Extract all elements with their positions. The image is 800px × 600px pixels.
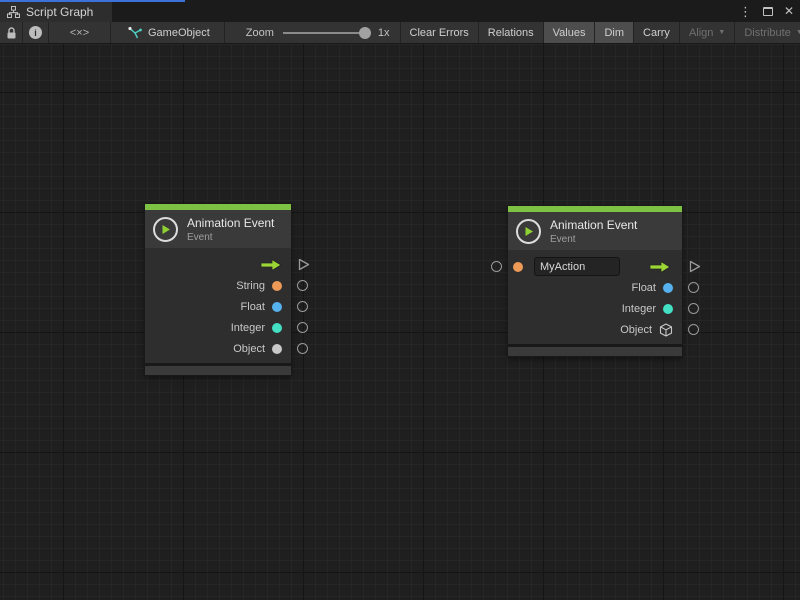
string-type-dot [272,281,282,291]
node-body: String Float Integer Object [145,248,291,363]
object-output-port[interactable] [688,324,699,335]
zoom-value: 1x [378,27,390,39]
lock-icon [6,27,17,39]
output-row-object: Object [145,338,291,359]
port-label: Integer [622,303,656,315]
align-label: Align [689,27,713,39]
distribute-dropdown-button[interactable]: Distribute ▼ [735,22,800,43]
relations-label: Relations [488,27,534,39]
output-row-string: String [145,275,291,296]
carry-button[interactable]: Carry [634,22,680,43]
output-row-float: Float [508,277,682,298]
window-menu-icon[interactable]: ⋮ [739,5,752,18]
integer-type-dot [272,323,282,333]
float-type-dot [663,283,673,293]
float-type-dot [272,302,282,312]
flow-arrow-icon [260,259,282,271]
values-toggle-button[interactable]: Values [544,22,596,43]
node-header[interactable]: Animation Event Event [508,212,682,250]
edit-source-button[interactable]: <×> [49,22,111,43]
object-type-dot [272,344,282,354]
string-type-dot [513,262,523,272]
zoom-slider[interactable] [283,26,371,40]
name-input-port[interactable] [491,261,502,272]
script-graph-window: Script Graph ⋮ ✕ i <×> [0,0,800,600]
event-name-input[interactable] [534,257,620,276]
tab-bar: Script Graph ⋮ ✕ [0,0,800,22]
info-icon: i [29,26,42,39]
values-label: Values [553,27,586,39]
integer-output-port[interactable] [688,303,699,314]
gameobject-graph-icon [128,27,142,39]
output-row-integer: Integer [145,317,291,338]
flow-output-port[interactable] [688,260,701,273]
output-row-integer: Integer [508,298,682,319]
close-icon[interactable]: ✕ [784,5,794,17]
zoom-control: Zoom 1x [225,22,401,43]
flow-arrow-icon [649,261,671,273]
string-output-port[interactable] [297,280,308,291]
node-subtitle: Event [187,232,274,243]
graph-toolbar: i <×> GameObject Zoom 1x Clear Errors [0,22,800,44]
node-title: Animation Event [550,218,637,232]
zoom-slider-track[interactable] [283,32,371,34]
dim-label: Dim [604,27,624,39]
node-animation-event-2[interactable]: Animation Event Event Float [508,206,682,356]
output-row-object: Object [508,319,682,340]
node-subtitle: Event [550,234,637,245]
node-body: Float Integer Object [508,250,682,344]
maximize-icon[interactable] [763,7,773,16]
carry-label: Carry [643,27,670,39]
dim-toggle-button[interactable]: Dim [595,22,634,43]
distribute-label: Distribute [744,27,790,39]
node-footer [508,344,682,356]
play-circle-icon [153,217,178,242]
relations-button[interactable]: Relations [479,22,544,43]
chevron-down-icon: ▼ [718,29,725,36]
graph-hierarchy-icon [7,6,20,18]
node-footer [145,363,291,375]
float-output-port[interactable] [297,301,308,312]
clear-errors-button[interactable]: Clear Errors [401,22,479,43]
port-label: Object [233,343,265,355]
target-label: GameObject [148,27,210,39]
node-title: Animation Event [187,216,274,230]
port-label: Object [620,324,652,336]
info-button[interactable]: i [23,22,49,43]
port-label: Integer [231,322,265,334]
flow-output-row [145,254,291,275]
align-dropdown-button[interactable]: Align ▼ [680,22,735,43]
port-label: Float [632,282,656,294]
port-label: Float [241,301,265,313]
tab-title: Script Graph [26,5,93,19]
port-label: String [236,280,265,292]
chevron-down-icon: ▼ [796,29,800,36]
play-circle-icon [516,219,541,244]
graph-target[interactable]: GameObject [111,22,225,43]
flow-output-port[interactable] [297,258,310,271]
output-row-float: Float [145,296,291,317]
graph-canvas[interactable]: Animation Event Event String [0,44,800,600]
integer-type-dot [663,304,673,314]
tab-script-graph[interactable]: Script Graph [0,2,112,22]
zoom-label: Zoom [246,27,274,39]
zoom-slider-handle[interactable] [359,27,371,39]
integer-output-port[interactable] [297,322,308,333]
clear-errors-label: Clear Errors [410,27,469,39]
float-output-port[interactable] [688,282,699,293]
name-input-row [508,256,682,277]
lock-button[interactable] [0,22,23,43]
window-controls: ⋮ ✕ [739,0,794,22]
code-icon: <×> [70,27,89,39]
object-output-port[interactable] [297,343,308,354]
node-header[interactable]: Animation Event Event [145,210,291,248]
cube-icon [659,323,673,337]
node-animation-event-1[interactable]: Animation Event Event String [145,204,291,375]
